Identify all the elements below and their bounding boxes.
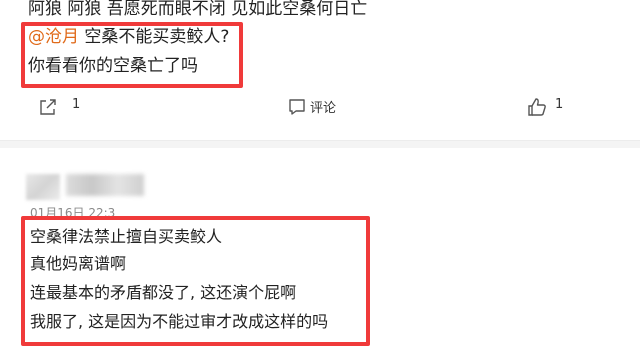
comment-button-label[interactable]: 评论 — [310, 97, 336, 116]
share-icon[interactable] — [38, 97, 58, 117]
mention-link[interactable]: @沧月 — [28, 27, 79, 47]
comment-text-truncated: 阿狼 阿狼 吾愿死而眼不闭 见如此空桑何日亡 — [28, 0, 368, 19]
like-count: 1 — [555, 97, 564, 112]
reply-text: 空桑不能买卖鲛人? — [79, 27, 230, 47]
section-divider — [0, 140, 640, 148]
comment-thread: 阿狼 阿狼 吾愿死而眼不闭 见如此空桑何日亡 @沧月 空桑不能买卖鲛人? 你看看… — [0, 0, 640, 352]
username-blurred[interactable] — [66, 174, 144, 196]
action-bar: 1 评论 1 — [0, 94, 640, 120]
comment-line: 连最基本的矛盾都没了, 这还演个屁啊 — [30, 283, 297, 302]
thumbs-up-icon[interactable] — [526, 96, 548, 118]
comment-icon[interactable] — [287, 97, 307, 117]
reply-line-2: 你看看你的空桑亡了吗 — [28, 56, 198, 76]
reply-line: @沧月 空桑不能买卖鲛人? — [28, 26, 229, 48]
comment-line: 我服了, 这是因为不能过审才改成这样的吗 — [30, 312, 329, 331]
share-count: 1 — [72, 97, 81, 112]
comment-line: 真他妈离谱啊 — [30, 254, 127, 273]
avatar[interactable] — [26, 174, 60, 200]
comment-line: 空桑律法禁止擅自买卖鲛人 — [30, 227, 223, 246]
